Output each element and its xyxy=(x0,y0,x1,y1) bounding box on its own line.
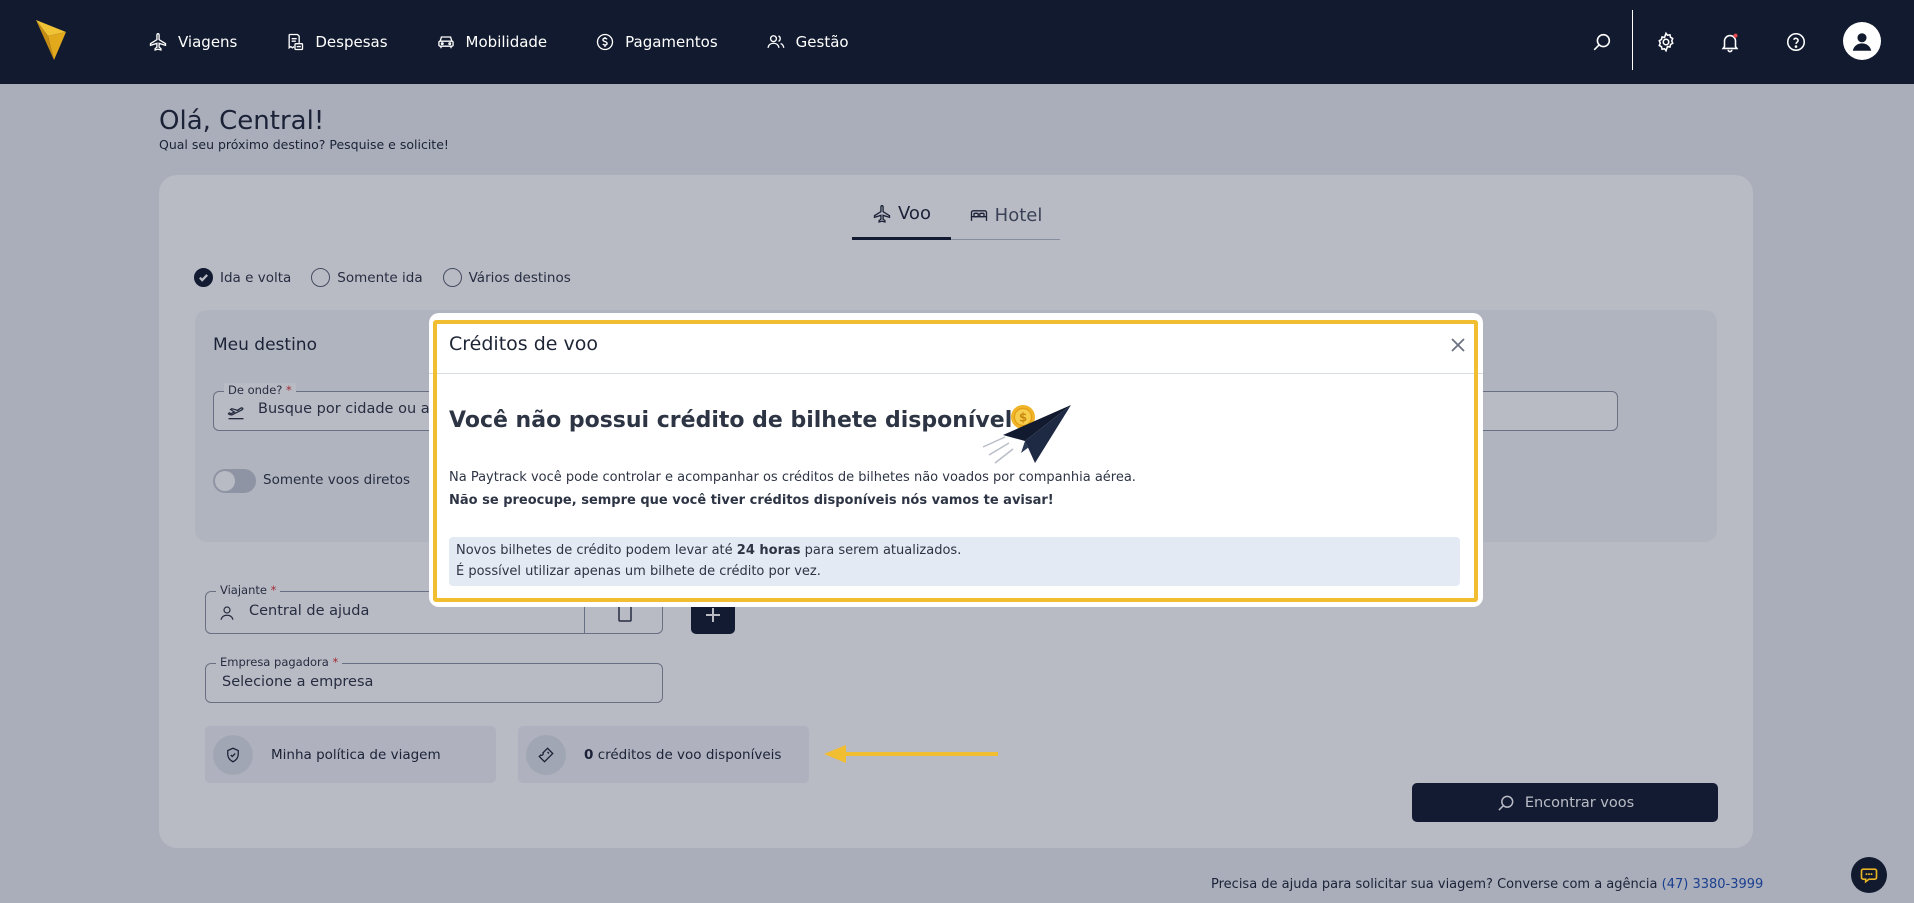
credits-notice: Novos bilhetes de crédito podem levar at… xyxy=(449,537,1460,586)
notice-line-2: É possível utilizar apenas um bilhete de… xyxy=(456,564,821,579)
bell-icon[interactable] xyxy=(1715,27,1745,57)
nav-item-despesas[interactable]: Despesas xyxy=(285,32,388,52)
modal-reassurance: Não se preocupe, sempre que você tiver c… xyxy=(449,493,1054,508)
notice-bold: 24 horas xyxy=(736,543,801,558)
gear-icon[interactable] xyxy=(1651,27,1681,57)
paytrack-logo[interactable] xyxy=(34,18,68,62)
help-icon[interactable] xyxy=(1781,27,1811,57)
top-navigation-bar: Viagens Despesas Mobilidade Pagamentos G… xyxy=(0,0,1914,84)
annotation-arrow xyxy=(824,745,998,763)
nav-item-mobilidade[interactable]: Mobilidade xyxy=(436,32,548,52)
notice-line-1: Novos bilhetes de crédito podem levar at… xyxy=(456,543,961,558)
nav-divider xyxy=(1632,10,1633,70)
modal-title: Créditos de voo xyxy=(449,333,598,355)
nav-item-pagamentos[interactable]: Pagamentos xyxy=(595,32,718,52)
notice-suffix: para serem atualizados. xyxy=(804,543,962,558)
nav-label: Gestão xyxy=(795,33,849,51)
svg-text:$: $ xyxy=(1019,411,1027,425)
nav-label: Viagens xyxy=(178,33,238,51)
chat-icon xyxy=(1860,868,1878,884)
search-icon[interactable] xyxy=(1587,27,1617,57)
nav-label: Mobilidade xyxy=(465,33,548,51)
chat-button[interactable] xyxy=(1851,857,1887,893)
car-icon xyxy=(437,36,454,49)
modal-heading: Você não possui crédito de bilhete dispo… xyxy=(449,408,1013,433)
avatar[interactable] xyxy=(1843,22,1881,60)
close-icon[interactable] xyxy=(1447,334,1469,356)
modal-description: Na Paytrack você pode controlar e acompa… xyxy=(449,470,1136,485)
dollar-circle-icon xyxy=(596,33,614,51)
receipt-icon xyxy=(288,33,304,51)
flight-credits-modal: Créditos de voo Você não possui crédito … xyxy=(429,313,1483,607)
plane-icon xyxy=(149,32,167,51)
paper-plane-coin-illustration: $ xyxy=(982,405,1071,464)
main-nav: Viagens Despesas Mobilidade Pagamentos G… xyxy=(148,0,897,84)
users-icon xyxy=(767,35,785,48)
modal-header: Créditos de voo xyxy=(429,313,1483,374)
nav-item-gestao[interactable]: Gestão xyxy=(766,32,849,52)
nav-item-viagens[interactable]: Viagens xyxy=(148,32,237,52)
nav-label: Despesas xyxy=(315,33,388,51)
notice-prefix: Novos bilhetes de crédito podem levar at… xyxy=(456,543,733,558)
nav-label: Pagamentos xyxy=(625,33,718,51)
